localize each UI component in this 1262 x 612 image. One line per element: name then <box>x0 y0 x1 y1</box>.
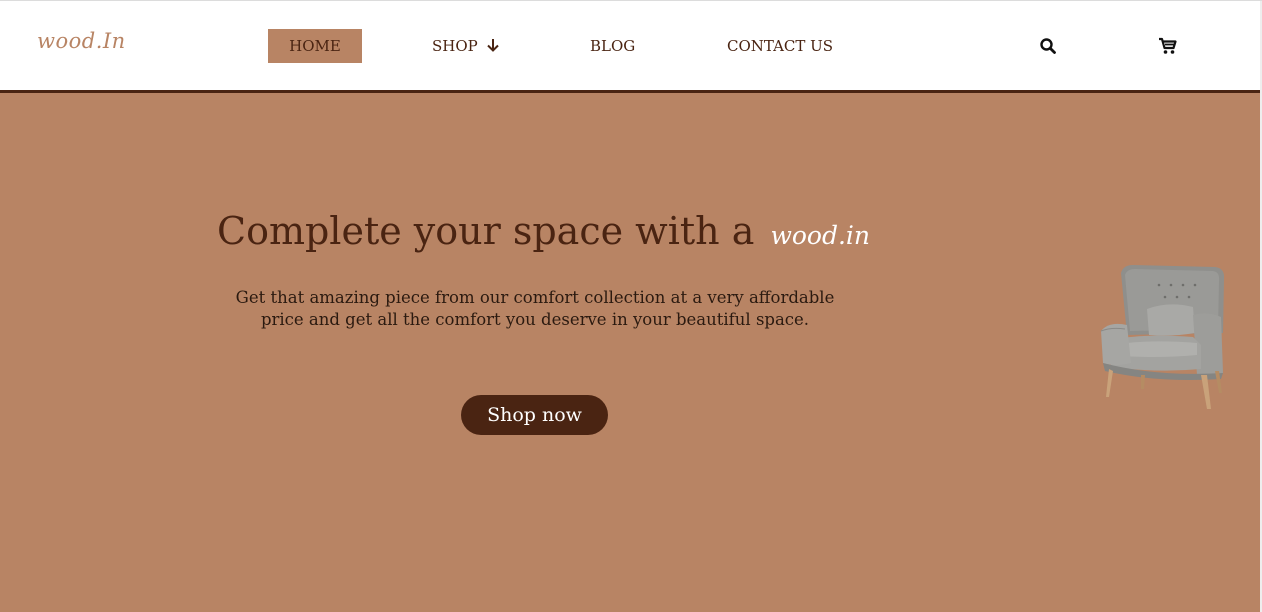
logo[interactable]: wood.In <box>37 29 126 53</box>
search-button[interactable] <box>1039 37 1059 57</box>
arrow-down-icon <box>486 39 499 52</box>
nav-contact[interactable]: CONTACT US <box>727 29 833 63</box>
hero-description: Get that amazing piece from our comfort … <box>235 288 835 329</box>
hero-title-text: Complete your space with a <box>217 209 755 253</box>
hero-brand: wood.in <box>770 221 870 250</box>
nav-shop-label: SHOP <box>432 37 478 55</box>
hero-title: Complete your space with a wood.in <box>217 209 870 253</box>
shop-now-button[interactable]: Shop now <box>461 395 608 435</box>
armchair-image <box>1100 265 1225 409</box>
nav-shop[interactable]: SHOP <box>432 29 500 63</box>
cart-icon <box>1159 37 1177 54</box>
page: wood.In HOME SHOP BLOG CONTACT US Comple… <box>0 0 1262 612</box>
search-icon <box>1040 38 1056 54</box>
navbar: wood.In HOME SHOP BLOG CONTACT US <box>0 1 1260 93</box>
cart-button[interactable] <box>1158 37 1178 57</box>
hero-section: Complete your space with a wood.in Get t… <box>0 93 1260 612</box>
nav-home-label: HOME <box>289 37 341 55</box>
nav-blog-label: BLOG <box>590 37 636 55</box>
nav-blog[interactable]: BLOG <box>590 29 635 63</box>
nav-home[interactable]: HOME <box>268 29 362 63</box>
nav-contact-label: CONTACT US <box>727 37 834 55</box>
